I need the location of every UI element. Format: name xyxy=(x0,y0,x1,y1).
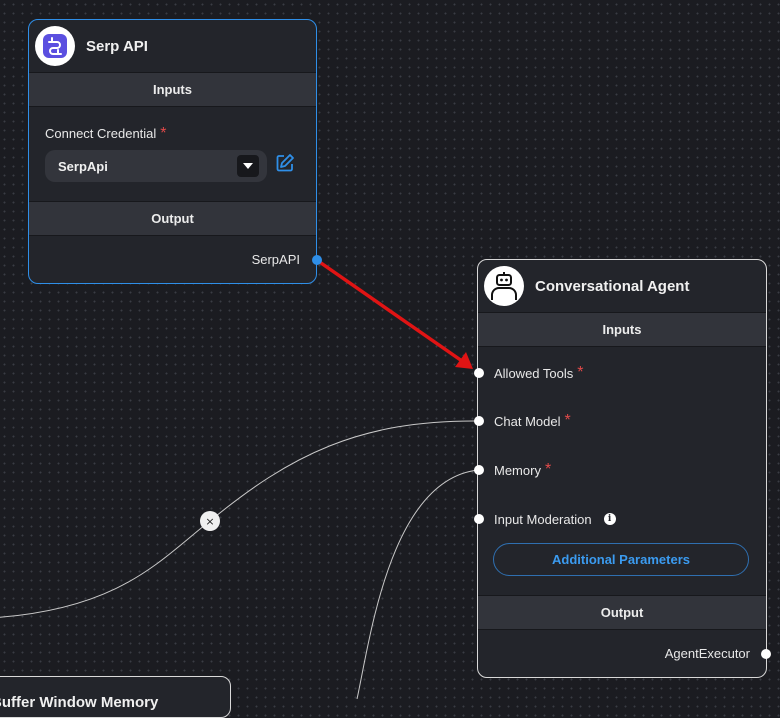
serp-output-handle[interactable] xyxy=(312,255,322,265)
required-mark: * xyxy=(564,412,571,429)
caret-down-icon[interactable] xyxy=(237,155,259,177)
info-icon[interactable]: i xyxy=(603,513,616,525)
node-header: Serp API xyxy=(29,20,316,72)
param-memory: Memory * xyxy=(478,460,551,480)
param-allowed-tools: Allowed Tools * xyxy=(478,363,584,383)
annotation-arrow-line xyxy=(319,261,464,363)
credential-select-value: SerpApi xyxy=(58,158,108,174)
param-label: Chat Model xyxy=(494,413,561,429)
edit-pencil-icon[interactable] xyxy=(276,153,295,177)
credential-label-row: Connect Credential * xyxy=(45,125,167,143)
chat-model-handle[interactable] xyxy=(474,416,484,426)
param-label: Memory xyxy=(494,462,541,478)
required-mark: * xyxy=(577,364,584,381)
additional-parameters-button[interactable]: Additional Parameters xyxy=(493,543,749,576)
inputs-section-header: Inputs xyxy=(29,72,316,107)
required-mark: * xyxy=(160,125,167,142)
input-moderation-handle[interactable] xyxy=(474,514,484,524)
output-section-header: Output xyxy=(478,595,766,630)
param-chat-model: Chat Model * xyxy=(478,411,571,431)
node-title: Conversational Agent xyxy=(535,277,690,295)
node-title: Buffer Window Memory xyxy=(0,694,159,711)
inputs-section-header: Inputs xyxy=(478,312,766,347)
credential-select[interactable]: SerpApi xyxy=(45,150,267,182)
delete-edge-button[interactable]: × xyxy=(200,511,220,531)
node-title: Serp API xyxy=(86,37,148,55)
param-label: Input Moderation xyxy=(494,511,592,527)
memory-handle[interactable] xyxy=(474,465,484,475)
output-name: SerpAPI xyxy=(251,252,300,267)
node-header: Conversational Agent xyxy=(478,260,766,312)
param-label: Allowed Tools xyxy=(494,365,574,381)
buffer-window-memory-node[interactable]: Buffer Window Memory xyxy=(0,676,231,718)
memory-edge[interactable] xyxy=(356,469,479,699)
param-input-moderation: Input Moderation i xyxy=(478,509,616,529)
annotation-arrow-head xyxy=(455,352,473,369)
allowed-tools-handle[interactable] xyxy=(474,368,484,378)
credential-label: Connect Credential xyxy=(45,126,157,141)
serp-api-node[interactable]: Serp API Inputs Connect Credential * Serp… xyxy=(28,19,322,284)
output-name: AgentExecutor xyxy=(664,646,750,661)
conversational-agent-node[interactable]: Conversational Agent Inputs Allowed Tool… xyxy=(474,259,771,678)
robot-icon xyxy=(484,266,524,306)
agent-output-handle[interactable] xyxy=(761,649,771,659)
serp-api-logo-icon xyxy=(35,26,75,66)
chat-model-edge[interactable] xyxy=(0,420,479,618)
output-section-header: Output xyxy=(29,201,316,236)
required-mark: * xyxy=(544,461,552,478)
